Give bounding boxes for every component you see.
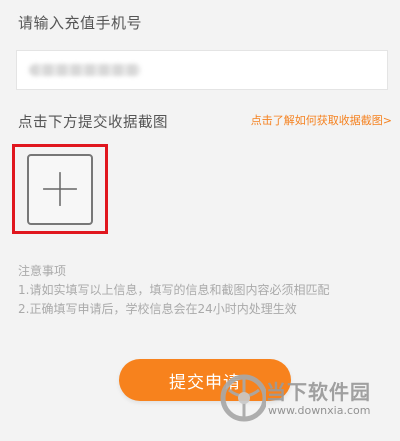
blurred-phone-value [29,64,141,76]
upload-image-button[interactable] [27,154,93,225]
notes-title: 注意事项 [18,264,67,278]
notes-section: 注意事项 1.请如实填写以上信息，填写的信息和截图内容必须相匹配 2.正确填写申… [18,262,329,319]
plus-icon [43,172,77,206]
upload-highlight-frame [12,144,108,234]
notes-line: 1.请如实填写以上信息，填写的信息和截图内容必须相匹配 [18,283,330,297]
upload-label: 点击下方提交收据截图 [18,115,168,131]
watermark-url: www.downxia.com [268,404,371,417]
watermark-logo-icon [220,374,266,422]
help-link[interactable]: 点击了解如何获取收据截图> [251,112,392,128]
phone-label: 请输入充值手机号 [18,14,143,32]
watermark: 当下软件园 www.downxia.com [210,368,395,428]
phone-input[interactable] [16,50,388,90]
notes-line: 2.正确填写申请后，学校信息会在24小时内处理生效 [18,302,297,316]
watermark-name: 当下软件园 [266,380,371,404]
